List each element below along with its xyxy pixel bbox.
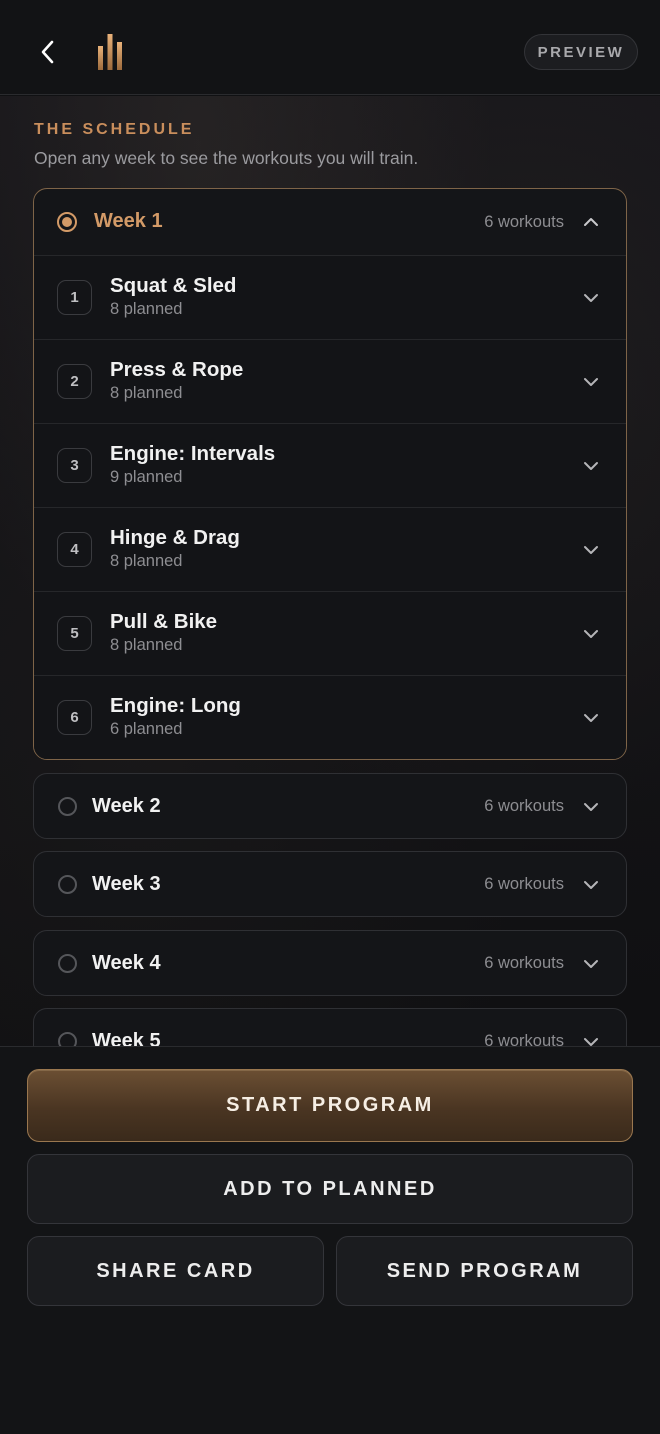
chevron-down-icon[interactable] <box>582 1033 600 1046</box>
week-workout-count: 6 workouts <box>484 954 564 972</box>
workout-title: Engine: Long <box>110 694 241 717</box>
workout-planned: 9 planned <box>110 468 183 486</box>
radio-selected-icon[interactable] <box>57 212 77 232</box>
workout-title: Press & Rope <box>110 358 244 381</box>
chevron-down-icon[interactable] <box>582 625 600 643</box>
chevron-down-icon[interactable] <box>582 955 600 973</box>
week-card[interactable]: Week 4 6 workouts <box>33 930 627 996</box>
radio-unselected-icon[interactable] <box>58 1032 77 1046</box>
radio-unselected-icon[interactable] <box>58 875 77 894</box>
send-program-button[interactable]: SEND PROGRAM <box>336 1236 633 1306</box>
workout-row[interactable]: 3 Engine: Intervals 9 planned <box>34 423 626 507</box>
chevron-down-icon[interactable] <box>582 709 600 727</box>
chevron-down-icon[interactable] <box>582 541 600 559</box>
radio-unselected-icon[interactable] <box>58 797 77 816</box>
workout-title: Squat & Sled <box>110 274 237 297</box>
radio-unselected-icon[interactable] <box>58 954 77 973</box>
workout-planned: 6 planned <box>110 720 183 738</box>
action-panel: START PROGRAM ADD TO PLANNED SHARE CARD … <box>0 1046 660 1434</box>
workout-number: 1 <box>57 280 92 315</box>
workout-title: Hinge & Drag <box>110 526 240 549</box>
bars-logo-icon <box>98 34 122 70</box>
week-card[interactable]: Week 3 6 workouts <box>33 851 627 917</box>
workout-planned: 8 planned <box>110 636 183 654</box>
chevron-up-icon[interactable] <box>582 213 600 231</box>
section-subtitle: Open any week to see the workouts you wi… <box>34 148 419 168</box>
chevron-down-icon[interactable] <box>582 457 600 475</box>
week-name: Week 1 <box>94 210 163 232</box>
workout-row[interactable]: 2 Press & Rope 8 planned <box>34 339 626 423</box>
workout-row[interactable]: 5 Pull & Bike 8 planned <box>34 591 626 675</box>
chevron-down-icon[interactable] <box>582 876 600 894</box>
week-card[interactable]: Week 2 6 workouts <box>33 773 627 839</box>
start-program-button[interactable]: START PROGRAM <box>27 1069 633 1142</box>
workout-row[interactable]: 4 Hinge & Drag 8 planned <box>34 507 626 591</box>
week-name: Week 4 <box>92 952 161 974</box>
workout-planned: 8 planned <box>110 300 183 318</box>
week-name: Week 5 <box>92 1030 161 1046</box>
schedule-content[interactable]: THE SCHEDULE Open any week to see the wo… <box>0 96 660 1046</box>
share-card-button[interactable]: SHARE CARD <box>27 1236 324 1306</box>
week-workout-count: 6 workouts <box>484 797 564 815</box>
workout-number: 3 <box>57 448 92 483</box>
workout-number: 6 <box>57 700 92 735</box>
chevron-down-icon[interactable] <box>582 373 600 391</box>
workout-number: 2 <box>57 364 92 399</box>
week-workout-count: 6 workouts <box>484 875 564 893</box>
workout-number: 4 <box>57 532 92 567</box>
workout-title: Pull & Bike <box>110 610 218 633</box>
chevron-down-icon[interactable] <box>582 289 600 307</box>
workout-title: Engine: Intervals <box>110 442 276 465</box>
week-name: Week 3 <box>92 873 161 895</box>
week-card-expanded: Week 1 6 workouts 1 Squat & Sled 8 plann… <box>33 188 627 760</box>
section-title: THE SCHEDULE <box>34 121 195 138</box>
week-workout-count: 6 workouts <box>484 1032 564 1046</box>
workout-row[interactable]: 1 Squat & Sled 8 planned <box>34 255 626 339</box>
workout-number: 5 <box>57 616 92 651</box>
preview-button[interactable]: PREVIEW <box>524 34 638 70</box>
top-bar: PREVIEW <box>0 0 660 95</box>
back-button[interactable] <box>30 34 66 70</box>
week-workout-count: 6 workouts <box>484 212 564 231</box>
add-to-planned-button[interactable]: ADD TO PLANNED <box>27 1154 633 1224</box>
workout-planned: 8 planned <box>110 384 183 402</box>
workout-planned: 8 planned <box>110 552 183 570</box>
week-header[interactable]: Week 1 6 workouts <box>34 189 626 255</box>
week-name: Week 2 <box>92 795 161 817</box>
chevron-down-icon[interactable] <box>582 798 600 816</box>
week-card[interactable]: Week 5 6 workouts <box>33 1008 627 1046</box>
workout-row[interactable]: 6 Engine: Long 6 planned <box>34 675 626 759</box>
chevron-left-icon <box>41 40 54 64</box>
